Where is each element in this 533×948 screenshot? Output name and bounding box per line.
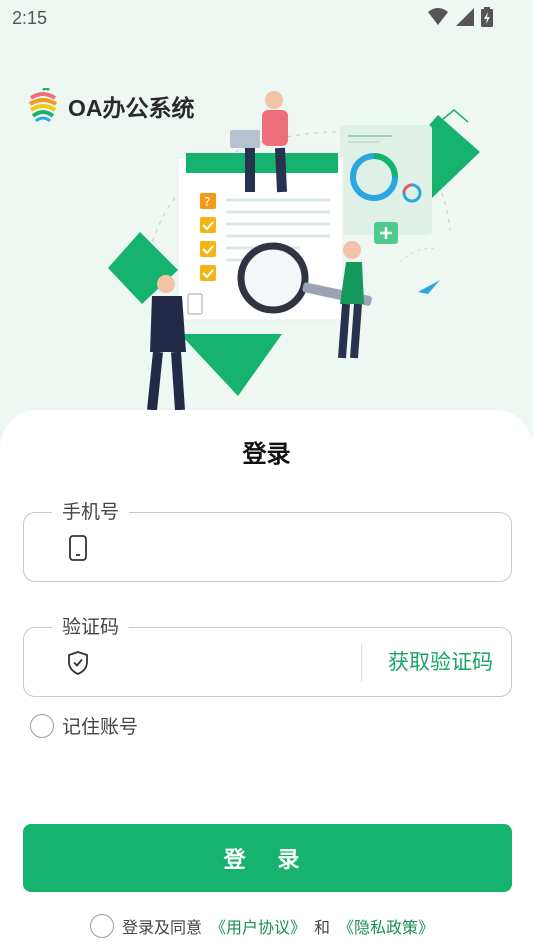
privacy-policy-link[interactable]: 《隐私政策》 <box>338 914 434 938</box>
agreement-prefix: 登录及同意 <box>122 918 203 937</box>
agreement-and: 和 <box>314 918 331 937</box>
code-field[interactable]: 验证码 获取验证码 <box>23 612 512 697</box>
status-icons <box>427 7 493 27</box>
logo-icon <box>28 88 58 123</box>
svg-text:?: ? <box>204 195 210 209</box>
agreement-row: 登录及同意 《用户协议》 和 《隐私政策》 <box>90 914 434 938</box>
signal-icon <box>456 8 474 26</box>
remember-account[interactable]: 记住账号 <box>30 712 138 739</box>
status-time: 2:15 <box>12 8 48 28</box>
phone-field-label: 手机号 <box>52 497 130 524</box>
phone-field[interactable]: 手机号 <box>23 497 512 582</box>
user-agreement-link[interactable]: 《用户协议》 <box>210 914 306 938</box>
brand: OA办公系统 <box>28 88 195 124</box>
code-field-label: 验证码 <box>52 612 130 639</box>
wifi-icon <box>428 8 448 25</box>
brand-title: OA办公系统 <box>68 95 195 121</box>
agreement-radio[interactable] <box>90 914 114 938</box>
battery-icon <box>481 7 493 27</box>
phone-icon <box>69 535 87 561</box>
status-bar: 2:15 <box>0 0 533 36</box>
login-button[interactable]: 登 录 <box>23 824 512 892</box>
code-divider <box>361 644 362 682</box>
shield-check-icon <box>68 651 88 675</box>
remember-label: 记住账号 <box>62 716 139 738</box>
get-code-button[interactable]: 获取验证码 <box>388 646 493 676</box>
login-title: 登录 <box>242 440 291 468</box>
remember-radio[interactable] <box>30 713 54 738</box>
